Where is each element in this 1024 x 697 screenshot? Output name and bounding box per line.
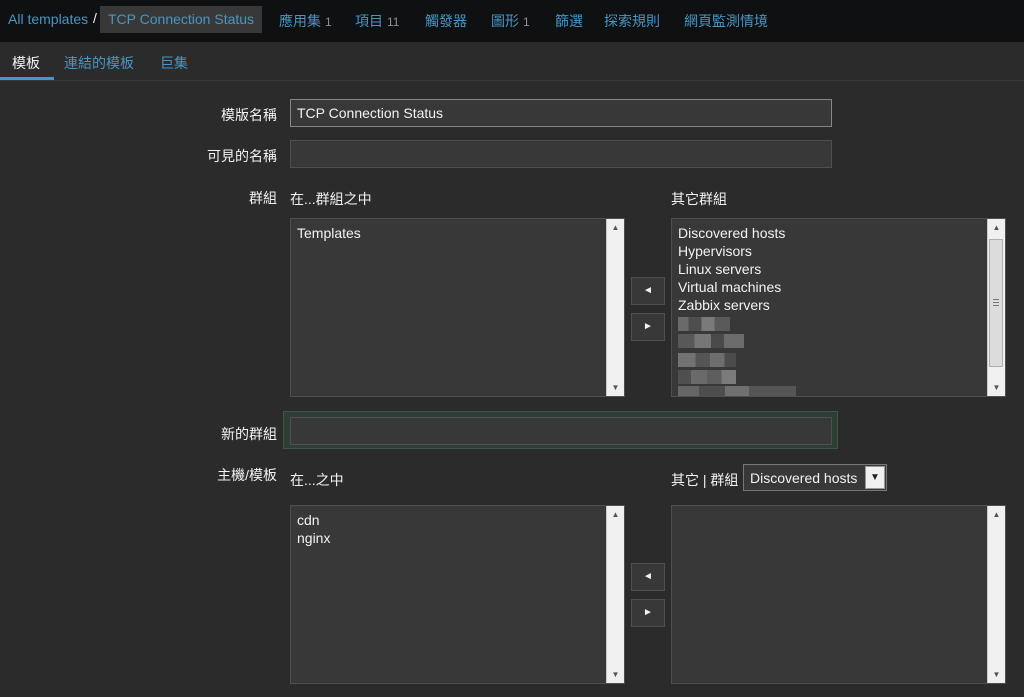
tab-linked-templates[interactable]: 連結的模板 — [64, 53, 134, 73]
list-item[interactable]: Templates — [297, 225, 361, 241]
move-host-right-button[interactable]: ► — [631, 599, 665, 627]
scroll-down-icon[interactable]: ▼ — [607, 379, 624, 396]
move-group-right-button[interactable]: ► — [631, 313, 665, 341]
move-host-left-button[interactable]: ◄ — [631, 563, 665, 591]
visible-name-label: 可見的名稱 — [207, 148, 277, 164]
breadcrumb-current-template[interactable]: TCP Connection Status — [100, 6, 263, 33]
list-item[interactable]: Hypervisors — [678, 243, 752, 259]
active-tab-indicator — [0, 77, 54, 80]
nav-items-label: 項目 — [355, 13, 383, 29]
in-hosts-label: 在...之中 — [290, 472, 344, 488]
nav-items[interactable]: 項目 11 — [355, 11, 399, 31]
nav-graphs-label: 圖形 — [491, 13, 519, 29]
group-select[interactable]: Discovered hosts ▼ — [743, 464, 887, 491]
groups-label: 群組 — [249, 190, 277, 206]
in-groups-listbox[interactable]: Templates ▲ ▼ — [290, 218, 625, 397]
in-groups-label: 在...群組之中 — [290, 191, 372, 207]
nav-graphs[interactable]: 圖形 1 — [491, 11, 530, 31]
redacted-list-item — [678, 386, 796, 396]
move-group-left-button[interactable]: ◄ — [631, 277, 665, 305]
scroll-up-icon[interactable]: ▲ — [607, 219, 624, 236]
scroll-down-icon[interactable]: ▼ — [988, 379, 1005, 396]
scroll-down-icon[interactable]: ▼ — [607, 666, 624, 683]
nav-graphs-count: 1 — [523, 15, 530, 29]
nav-screens-label: 篩選 — [555, 13, 583, 29]
scrollbar-grip — [993, 302, 999, 303]
breadcrumb-all-templates[interactable]: All templates — [8, 11, 88, 27]
template-name-input[interactable] — [290, 99, 832, 127]
redacted-list-item — [678, 353, 736, 367]
template-name-label: 模版名稱 — [221, 107, 277, 123]
scrollbar-grip — [993, 305, 999, 306]
scrollbar-grip — [993, 299, 999, 300]
nav-web-scenarios-label: 網頁監測情境 — [684, 13, 768, 29]
tab-bar — [0, 42, 1024, 81]
tab-macros[interactable]: 巨集 — [160, 53, 188, 73]
list-item[interactable]: nginx — [297, 530, 330, 546]
nav-applications-count: 1 — [325, 15, 332, 29]
arrow-right-icon: ► — [643, 607, 653, 618]
scrollbar-thumb[interactable] — [989, 239, 1003, 367]
visible-name-input[interactable] — [290, 140, 832, 168]
list-item[interactable]: Linux servers — [678, 261, 761, 277]
nav-screens[interactable]: 篩選 — [555, 11, 583, 31]
scroll-down-icon[interactable]: ▼ — [988, 666, 1005, 683]
other-hosts-scrollbar[interactable]: ▲ ▼ — [987, 506, 1005, 683]
nav-discovery-rules-label: 探索規則 — [604, 13, 660, 29]
scroll-up-icon[interactable]: ▲ — [988, 219, 1005, 236]
nav-applications-label: 應用集 — [279, 13, 321, 29]
arrow-left-icon: ◄ — [643, 285, 653, 296]
other-groups-listbox[interactable]: Discovered hosts Hypervisors Linux serve… — [671, 218, 1006, 397]
other-hosts-listbox[interactable]: ▲ ▼ — [671, 505, 1006, 684]
new-group-input[interactable] — [290, 417, 832, 445]
nav-applications[interactable]: 應用集 1 — [279, 11, 332, 31]
group-select-value: Discovered hosts — [750, 470, 858, 486]
redacted-list-item — [678, 334, 744, 348]
scroll-up-icon[interactable]: ▲ — [988, 506, 1005, 523]
nav-discovery-rules[interactable]: 探索規則 — [604, 11, 660, 31]
redacted-list-item — [678, 317, 730, 331]
breadcrumb-separator: / — [93, 10, 97, 26]
nav-items-count: 11 — [387, 15, 400, 29]
new-group-label: 新的群組 — [221, 426, 277, 442]
hosts-templates-label: 主機/模板 — [217, 467, 277, 483]
list-item[interactable]: Virtual machines — [678, 279, 781, 295]
in-hosts-listbox[interactable]: cdn nginx ▲ ▼ — [290, 505, 625, 684]
list-item[interactable]: Discovered hosts — [678, 225, 785, 241]
other-groups-scrollbar[interactable]: ▲ ▼ — [987, 219, 1005, 396]
nav-web-scenarios[interactable]: 網頁監測情境 — [684, 11, 768, 31]
arrow-right-icon: ► — [643, 321, 653, 332]
chevron-down-icon[interactable]: ▼ — [865, 466, 885, 489]
redacted-list-item — [678, 370, 736, 384]
nav-triggers-label: 觸發器 — [425, 13, 467, 29]
in-hosts-scrollbar[interactable]: ▲ ▼ — [606, 506, 624, 683]
list-item[interactable]: cdn — [297, 512, 320, 528]
arrow-left-icon: ◄ — [643, 571, 653, 582]
list-item[interactable]: Zabbix servers — [678, 297, 770, 313]
nav-triggers[interactable]: 觸發器 — [425, 11, 467, 31]
other-group-label: 其它 | 群組 — [671, 472, 739, 488]
other-groups-label: 其它群組 — [671, 191, 727, 207]
in-groups-scrollbar[interactable]: ▲ ▼ — [606, 219, 624, 396]
scroll-up-icon[interactable]: ▲ — [607, 506, 624, 523]
tab-template[interactable]: 模板 — [12, 53, 40, 73]
